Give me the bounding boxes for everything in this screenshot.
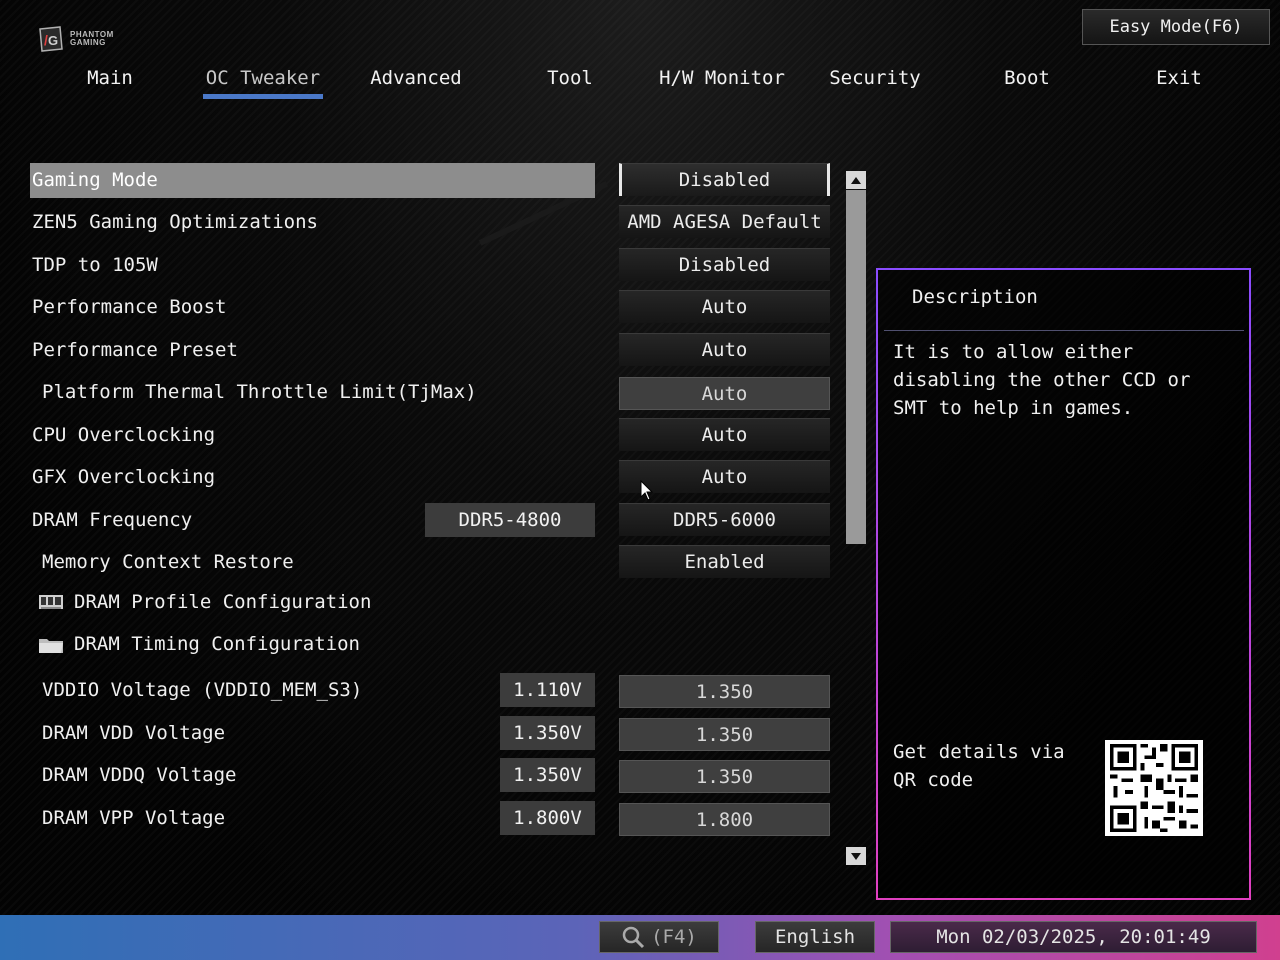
tab-boot[interactable]: Boot: [987, 60, 1067, 96]
setting-cpu-overclocking[interactable]: CPU Overclocking: [32, 418, 215, 452]
description-text: It is to allow either disabling the othe…: [893, 341, 1191, 419]
active-tab-indicator: [203, 94, 323, 99]
submenu-dram-timing-configuration[interactable]: DRAM Timing Configuration: [74, 627, 360, 661]
datetime-display: Mon 02/03/2025, 20:01:49: [890, 921, 1257, 953]
tdp-105w-value[interactable]: Disabled: [619, 248, 830, 281]
setting-memory-context-restore[interactable]: Memory Context Restore: [42, 545, 294, 579]
dram-vdd-voltage-current: 1.350V: [500, 716, 595, 750]
dram-vddq-voltage-value[interactable]: 1.350: [619, 760, 830, 793]
logo-text-gaming: GAMING: [70, 38, 106, 47]
zen5-gaming-optimizations-value[interactable]: AMD AGESA Default: [619, 205, 830, 238]
search-button[interactable]: (F4): [599, 921, 719, 953]
search-shortcut-label: (F4): [651, 926, 697, 948]
setting-dram-frequency[interactable]: DRAM Frequency: [32, 503, 192, 537]
tab-bar: Main OC Tweaker Advanced Tool H/W Monito…: [0, 60, 1280, 104]
arrow-down-icon: [851, 852, 861, 860]
setting-tdp-105w[interactable]: TDP to 105W: [32, 248, 158, 282]
brand-logo: / G PHANTOM GAMING: [36, 22, 132, 56]
svg-text:G: G: [48, 33, 58, 48]
setting-zen5-gaming-optimizations[interactable]: ZEN5 Gaming Optimizations: [32, 205, 318, 239]
qr-code-icon: [1105, 740, 1203, 836]
dram-vpp-voltage-value[interactable]: 1.800: [619, 803, 830, 836]
tab-oc-tweaker[interactable]: OC Tweaker: [203, 60, 323, 96]
mouse-cursor-icon: [640, 480, 654, 501]
cpu-overclocking-value[interactable]: Auto: [619, 418, 830, 451]
description-title: Description: [912, 286, 1038, 308]
tab-tool[interactable]: Tool: [530, 60, 610, 96]
setting-gaming-mode[interactable]: Gaming Mode: [32, 163, 158, 197]
easy-mode-button[interactable]: Easy Mode(F6): [1082, 9, 1270, 45]
setting-performance-preset[interactable]: Performance Preset: [32, 333, 238, 367]
dram-vddq-voltage-current: 1.350V: [500, 758, 595, 792]
tab-main[interactable]: Main: [70, 60, 150, 96]
arrow-up-icon: [851, 176, 861, 184]
scroll-down-button[interactable]: [846, 847, 866, 865]
dram-frequency-current: DDR5-4800: [425, 503, 595, 537]
submenu-dram-profile-configuration[interactable]: DRAM Profile Configuration: [74, 585, 371, 619]
memory-module-icon: [39, 595, 63, 609]
tab-hw-monitor[interactable]: H/W Monitor: [656, 60, 788, 96]
setting-platform-thermal-throttle-limit[interactable]: Platform Thermal Throttle Limit(TjMax): [42, 375, 477, 409]
setting-dram-vddq-voltage[interactable]: DRAM VDDQ Voltage: [42, 758, 236, 792]
vddio-voltage-value[interactable]: 1.350: [619, 675, 830, 708]
phantom-gaming-logo-icon: / G: [39, 26, 63, 52]
performance-boost-value[interactable]: Auto: [619, 290, 830, 323]
tab-security[interactable]: Security: [820, 60, 930, 96]
dram-vdd-voltage-value[interactable]: 1.350: [619, 718, 830, 751]
qr-caption: Get details via QR code: [893, 741, 1065, 791]
description-divider: [884, 330, 1244, 331]
dram-vpp-voltage-current: 1.800V: [500, 801, 595, 835]
language-button[interactable]: English: [755, 921, 875, 953]
setting-dram-vpp-voltage[interactable]: DRAM VPP Voltage: [42, 801, 225, 835]
setting-vddio-voltage[interactable]: VDDIO Voltage (VDDIO_MEM_S3): [42, 673, 362, 707]
vddio-voltage-current: 1.110V: [500, 673, 595, 707]
setting-gfx-overclocking[interactable]: GFX Overclocking: [32, 460, 215, 494]
tab-advanced[interactable]: Advanced: [356, 60, 476, 96]
logo-wordmark: PHANTOM GAMING: [70, 31, 114, 47]
scroll-up-button[interactable]: [846, 171, 866, 189]
folder-icon: [39, 639, 63, 653]
search-icon: [622, 926, 645, 949]
dram-frequency-value[interactable]: DDR5-6000: [619, 503, 830, 536]
setting-performance-boost[interactable]: Performance Boost: [32, 290, 226, 324]
gaming-mode-value[interactable]: Disabled: [619, 163, 830, 196]
tab-exit[interactable]: Exit: [1139, 60, 1219, 96]
scrollbar-thumb[interactable]: [846, 190, 866, 544]
memory-context-restore-value[interactable]: Enabled: [619, 545, 830, 578]
performance-preset-value[interactable]: Auto: [619, 333, 830, 366]
platform-thermal-throttle-limit-value[interactable]: Auto: [619, 377, 830, 410]
setting-dram-vdd-voltage[interactable]: DRAM VDD Voltage: [42, 716, 225, 750]
